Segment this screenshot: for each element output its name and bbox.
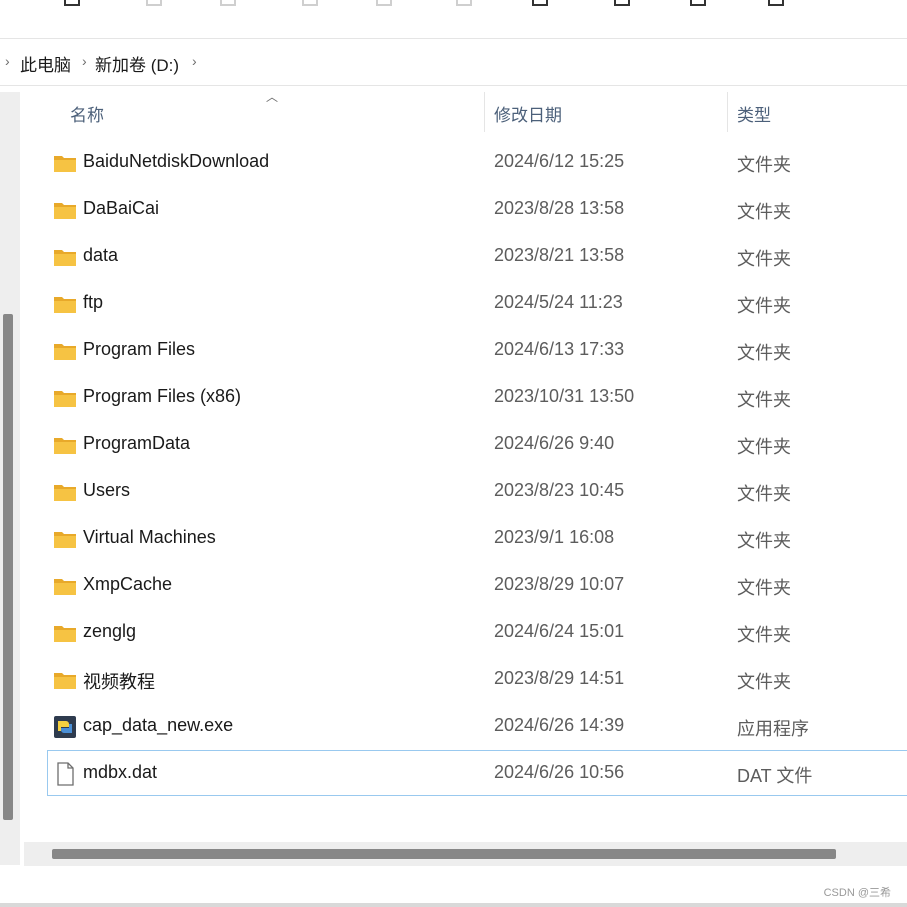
file-date: 2023/8/28 13:58 — [494, 198, 625, 218]
file-name: Users — [83, 480, 131, 500]
file-name: zenglg — [83, 621, 137, 641]
file-type: 文件夹 — [737, 249, 791, 269]
file-date: 2023/10/31 13:50 — [494, 386, 635, 406]
folder-icon — [54, 438, 76, 454]
folder-icon — [54, 673, 76, 689]
file-type: 文件夹 — [737, 531, 791, 551]
delete-icon[interactable] — [532, 0, 548, 6]
paste-icon[interactable] — [302, 0, 318, 6]
column-divider[interactable] — [484, 92, 485, 132]
file-row[interactable]: data 2023/8/21 13:58 文件夹 — [47, 233, 907, 279]
vertical-scrollbar-thumb[interactable] — [3, 314, 13, 820]
sort-icon[interactable] — [614, 0, 630, 6]
file-date: 2024/6/24 15:01 — [494, 621, 625, 641]
folder-icon — [54, 250, 76, 266]
file-name: cap_data_new.exe — [83, 715, 234, 735]
file-name: DaBaiCai — [83, 198, 160, 218]
column-header-name[interactable]: 名称 — [70, 101, 104, 126]
file-type: 应用程序 — [737, 719, 809, 739]
copy-icon[interactable] — [220, 0, 236, 6]
file-date: 2024/6/26 10:56 — [494, 762, 625, 782]
chevron-right-icon[interactable]: › — [192, 53, 197, 69]
chevron-right-icon[interactable]: › — [5, 53, 10, 69]
folder-icon — [54, 203, 76, 219]
file-name: XmpCache — [83, 574, 173, 594]
file-row[interactable]: cap_data_new.exe 2024/6/26 14:39 应用程序 — [47, 703, 907, 749]
python-exe-icon — [54, 716, 76, 738]
file-row[interactable]: XmpCache 2023/8/29 10:07 文件夹 — [47, 562, 907, 608]
file-row[interactable]: ProgramData 2024/6/26 9:40 文件夹 — [47, 421, 907, 467]
chevron-right-icon[interactable]: › — [82, 53, 87, 69]
file-type: 文件夹 — [737, 484, 791, 504]
file-name: data — [83, 245, 119, 265]
share-icon[interactable] — [456, 0, 472, 6]
file-row[interactable]: zenglg 2024/6/24 15:01 文件夹 — [47, 609, 907, 655]
file-type: 文件夹 — [737, 343, 791, 363]
column-header-date[interactable]: 修改日期 — [494, 101, 562, 126]
file-date: 2023/9/1 16:08 — [494, 527, 615, 547]
file-date: 2023/8/21 13:58 — [494, 245, 625, 265]
file-date: 2024/6/26 9:40 — [494, 433, 615, 453]
file-row[interactable]: DaBaiCai 2023/8/28 13:58 文件夹 — [47, 186, 907, 232]
file-row[interactable]: 视频教程 2023/8/29 14:51 文件夹 — [47, 656, 907, 702]
file-type: 文件夹 — [737, 390, 791, 410]
file-date: 2024/6/12 15:25 — [494, 151, 625, 171]
file-icon — [57, 762, 74, 786]
file-name: ftp — [83, 292, 104, 312]
folder-icon — [54, 579, 76, 595]
folder-icon — [54, 485, 76, 501]
file-type: 文件夹 — [737, 296, 791, 316]
file-row-selected[interactable]: mdbx.dat 2024/6/26 10:56 DAT 文件 — [47, 750, 907, 796]
file-type: 文件夹 — [737, 625, 791, 645]
file-date: 2024/6/26 14:39 — [494, 715, 625, 735]
column-divider[interactable] — [727, 92, 728, 132]
file-row[interactable]: Users 2023/8/23 10:45 文件夹 — [47, 468, 907, 514]
breadcrumb-item-this-pc[interactable]: 此电脑 — [20, 51, 71, 76]
file-type: 文件夹 — [737, 437, 791, 457]
rename-icon[interactable] — [376, 0, 392, 6]
file-type: 文件夹 — [737, 155, 791, 175]
file-type: 文件夹 — [737, 202, 791, 222]
file-name: Program Files (x86) — [83, 386, 242, 406]
file-type: 文件夹 — [737, 578, 791, 598]
window-bottom-border — [0, 903, 907, 907]
file-date: 2024/6/13 17:33 — [494, 339, 625, 359]
file-row[interactable]: Virtual Machines 2023/9/1 16:08 文件夹 — [47, 515, 907, 561]
filter-icon[interactable] — [768, 0, 784, 6]
file-date: 2023/8/29 10:07 — [494, 574, 625, 594]
cut-icon[interactable] — [146, 0, 162, 6]
file-name: Program Files — [83, 339, 196, 359]
view-icon[interactable] — [690, 0, 706, 6]
file-type: DAT 文件 — [737, 766, 813, 786]
file-row[interactable]: Program Files (x86) 2023/10/31 13:50 文件夹 — [47, 374, 907, 420]
file-row[interactable]: ftp 2024/5/24 11:23 文件夹 — [47, 280, 907, 326]
breadcrumb-item-drive-d[interactable]: 新加卷 (D:) — [95, 51, 179, 76]
file-name: ProgramData — [83, 433, 191, 453]
folder-icon — [54, 391, 76, 407]
file-name: Virtual Machines — [83, 527, 216, 547]
folder-icon — [54, 297, 76, 313]
status-area — [0, 866, 907, 907]
folder-icon — [54, 344, 76, 360]
sort-ascending-icon: ︿ — [266, 90, 279, 104]
command-toolbar — [0, 0, 907, 38]
horizontal-scrollbar-thumb[interactable] — [52, 849, 836, 859]
column-header-row — [24, 92, 907, 132]
folder-icon — [54, 626, 76, 642]
file-date: 2023/8/23 10:45 — [494, 480, 625, 500]
file-name: mdbx.dat — [83, 762, 158, 782]
file-date: 2024/5/24 11:23 — [494, 292, 623, 312]
file-name: 视频教程 — [83, 672, 155, 692]
file-row[interactable]: BaiduNetdiskDownload 2024/6/12 15:25 文件夹 — [47, 139, 907, 185]
file-type: 文件夹 — [737, 672, 791, 692]
folder-icon — [54, 156, 76, 172]
file-row[interactable]: Program Files 2024/6/13 17:33 文件夹 — [47, 327, 907, 373]
file-date: 2023/8/29 14:51 — [494, 668, 625, 688]
watermark: CSDN @三希 — [823, 887, 891, 899]
file-name: BaiduNetdiskDownload — [83, 151, 270, 171]
new-item-icon[interactable] — [64, 0, 80, 6]
folder-icon — [54, 532, 76, 548]
column-header-type[interactable]: 类型 — [737, 101, 771, 126]
